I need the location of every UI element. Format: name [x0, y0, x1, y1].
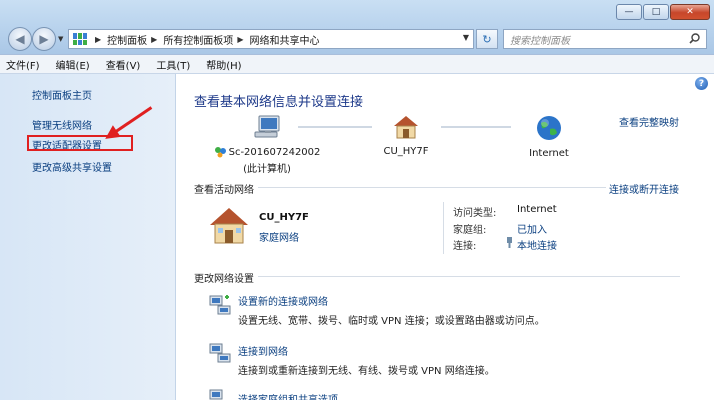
breadcrumb-item-all-items[interactable]: 所有控制面板项	[163, 32, 233, 47]
window-titlebar: — □ ✕ ◀ ▶ ▼ ▶ 控制面板 ▶ 所有控制面板项 ▶ 网络和共享中心 ▼…	[0, 0, 714, 54]
connect-network-icon	[209, 343, 231, 363]
setup-new-connection-desc: 设置无线、宽带、拨号、临时或 VPN 连接；或设置路由器或访问点。	[238, 316, 545, 327]
section-divider	[258, 187, 606, 188]
connect-to-network-desc: 连接到或重新连接到无线、有线、拨号或 VPN 网络连接。	[238, 366, 495, 377]
homegroup-sharing-link[interactable]: 选择家庭组和共享选项	[238, 391, 338, 400]
connection-line	[441, 126, 511, 128]
control-panel-icon	[73, 33, 87, 45]
computer-sub: (此计算机)	[243, 164, 291, 175]
search-input[interactable]: 搜索控制面板	[503, 29, 707, 49]
house-icon	[210, 208, 248, 244]
menu-bar: 文件(F) 编辑(E) 查看(V) 工具(T) 帮助(H)	[0, 54, 714, 74]
access-type-value: Internet	[517, 204, 557, 215]
map-node-internet[interactable]: Internet	[519, 114, 579, 159]
homegroup-sharing-icon	[209, 389, 223, 400]
map-node-computer[interactable]: Sc-201607242002 (此计算机)	[212, 114, 322, 175]
page-title: 查看基本网络信息并设置连接	[194, 95, 364, 110]
refresh-button[interactable]: ↻	[476, 29, 498, 49]
search-icon[interactable]	[689, 33, 700, 47]
menu-tools[interactable]: 工具(T)	[156, 57, 190, 72]
active-network-name: CU_HY7F	[259, 212, 309, 223]
menu-view[interactable]: 查看(V)	[106, 57, 141, 72]
internet-name: Internet	[529, 148, 569, 159]
view-full-map-link[interactable]: 查看完整映射	[619, 114, 679, 129]
section-divider	[258, 276, 680, 277]
connect-disconnect-link[interactable]: 连接或断开连接	[609, 181, 679, 196]
access-type-label: 访问类型:	[453, 208, 497, 219]
local-connection-link[interactable]: 本地连接	[517, 237, 557, 252]
sidebar-item-control-panel-home[interactable]: 控制面板主页	[32, 87, 92, 102]
sidebar-item-manage-wireless[interactable]: 管理无线网络	[32, 117, 92, 132]
homegroup-icon	[214, 147, 226, 158]
address-bar[interactable]: ▶ 控制面板 ▶ 所有控制面板项 ▶ 网络和共享中心 ▼	[68, 29, 474, 49]
homegroup-label: 家庭组:	[453, 225, 487, 236]
sidebar: 控制面板主页 管理无线网络 更改适配器设置 更改高级共享设置	[0, 74, 176, 400]
globe-icon	[537, 116, 561, 140]
active-network-title: 查看活动网络	[194, 185, 254, 196]
breadcrumb: ▶ 控制面板 ▶ 所有控制面板项 ▶ 网络和共享中心	[91, 32, 319, 47]
main-content: ? 查看基本网络信息并设置连接 查看完整映射 Sc-201607242002 (…	[176, 74, 714, 400]
connect-to-network-link[interactable]: 连接到网络	[238, 343, 288, 358]
breadcrumb-item-control-panel[interactable]: 控制面板	[107, 32, 147, 47]
change-settings-title: 更改网络设置	[194, 274, 254, 285]
vertical-divider	[443, 202, 444, 254]
connection-label: 连接:	[453, 241, 477, 252]
setup-new-connection-link[interactable]: 设置新的连接或网络	[238, 293, 328, 308]
ethernet-icon	[505, 237, 514, 251]
menu-edit[interactable]: 编辑(E)	[56, 57, 90, 72]
address-dropdown-icon[interactable]: ▼	[463, 33, 469, 42]
connection-line	[298, 126, 372, 128]
sidebar-item-advanced-sharing[interactable]: 更改高级共享设置	[32, 159, 112, 174]
computer-icon	[254, 115, 280, 138]
computer-name: Sc-201607242002	[228, 146, 321, 158]
back-button[interactable]: ◀	[8, 27, 32, 51]
network-type-link[interactable]: 家庭网络	[259, 229, 299, 244]
network-name: CU_HY7F	[383, 146, 429, 157]
maximize-button[interactable]: □	[643, 4, 669, 20]
new-connection-icon	[209, 295, 231, 315]
house-icon	[394, 116, 418, 139]
menu-help[interactable]: 帮助(H)	[206, 57, 241, 72]
close-button[interactable]: ✕	[670, 4, 710, 20]
search-placeholder: 搜索控制面板	[510, 35, 570, 47]
homegroup-link[interactable]: 已加入	[517, 221, 547, 236]
breadcrumb-item-network-center[interactable]: 网络和共享中心	[249, 32, 319, 47]
help-icon[interactable]: ?	[695, 77, 708, 90]
menu-file[interactable]: 文件(F)	[6, 57, 40, 72]
minimize-button[interactable]: —	[616, 4, 642, 20]
recent-pages-dropdown[interactable]: ▼	[58, 35, 63, 43]
forward-button[interactable]: ▶	[32, 27, 56, 51]
window-controls: — □ ✕	[616, 4, 710, 20]
map-node-network[interactable]: CU_HY7F	[376, 114, 436, 157]
